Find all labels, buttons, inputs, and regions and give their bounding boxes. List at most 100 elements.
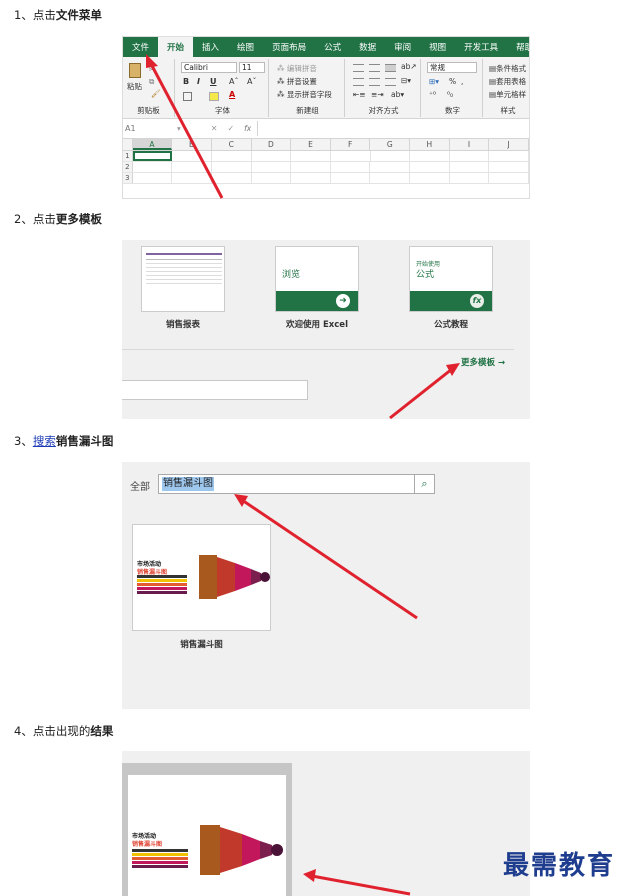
template-search-input[interactable]: 销售漏斗图 ⌕ <box>158 474 435 494</box>
shrink-font-icon[interactable]: Aˇ <box>247 77 256 86</box>
wrap-text-icon[interactable]: ⊟▾ <box>401 76 411 85</box>
column-header[interactable]: J <box>489 139 529 150</box>
sales-funnel-preview[interactable]: 市场活动 销售漏斗图 <box>128 775 286 896</box>
border-icon[interactable] <box>183 92 192 101</box>
decrease-indent-icon[interactable]: ⇤≡ <box>353 90 366 99</box>
align-bottom-icon[interactable] <box>385 64 396 72</box>
paste-icon[interactable] <box>129 63 141 78</box>
increase-indent-icon[interactable]: ≡⇥ <box>371 90 384 99</box>
cell[interactable] <box>331 162 371 172</box>
column-header[interactable]: A <box>132 139 173 150</box>
tab-home[interactable]: 开始 <box>158 37 194 57</box>
conditional-format-item[interactable]: ▤条件格式 <box>489 63 526 74</box>
cell[interactable] <box>133 173 173 183</box>
template-formula-tutorial-thumb[interactable]: 开始使用 公式 fx <box>409 246 493 312</box>
paste-label[interactable]: 粘贴 <box>127 81 142 92</box>
cell[interactable] <box>212 173 252 183</box>
format-painter-icon[interactable]: 🖌 <box>151 89 161 98</box>
pinyin-settings-item[interactable]: ⁂ 拼音设置 <box>277 76 317 87</box>
cell[interactable] <box>252 162 292 172</box>
search-icon[interactable]: ⌕ <box>414 475 434 493</box>
tab-page-layout[interactable]: 页面布局 <box>263 37 315 57</box>
cell[interactable] <box>212 162 252 172</box>
tab-insert[interactable]: 插入 <box>193 37 228 57</box>
cell[interactable] <box>450 151 490 161</box>
row-header[interactable]: 2 <box>123 162 133 172</box>
more-templates-link[interactable]: 更多模板 → <box>461 356 505 368</box>
column-header[interactable]: C <box>212 139 252 150</box>
tab-help[interactable]: 帮助 <box>507 37 529 57</box>
cell[interactable] <box>172 151 213 161</box>
align-left-icon[interactable] <box>353 78 364 86</box>
cell[interactable] <box>489 151 529 161</box>
cell-a1[interactable] <box>132 151 173 161</box>
row-header[interactable]: 3 <box>123 173 133 183</box>
name-box[interactable]: A1 <box>123 121 181 136</box>
select-all-corner[interactable] <box>123 139 133 150</box>
column-header[interactable]: H <box>410 139 450 150</box>
cell[interactable] <box>212 151 252 161</box>
comma-icon[interactable]: , <box>461 77 463 86</box>
cut-icon[interactable]: ✂ <box>149 65 155 74</box>
tab-data[interactable]: 数据 <box>350 37 385 57</box>
underline-button[interactable]: U <box>210 77 217 86</box>
align-top-icon[interactable] <box>353 64 364 72</box>
fx-icon[interactable]: fx <box>244 124 251 133</box>
formula-input[interactable] <box>257 121 529 136</box>
tab-draw[interactable]: 绘图 <box>228 37 263 57</box>
column-header[interactable]: I <box>450 139 490 150</box>
column-header[interactable]: B <box>172 139 212 150</box>
sales-funnel-template-thumb[interactable]: 市场活动 销售漏斗图 <box>132 524 271 631</box>
percent-icon[interactable]: % <box>449 77 456 86</box>
increase-decimal-icon[interactable]: ⁺⁰ <box>429 90 436 99</box>
cell[interactable] <box>371 151 411 161</box>
number-format-select[interactable]: 常规 <box>427 62 477 73</box>
bold-button[interactable]: B <box>183 77 189 86</box>
column-header[interactable]: G <box>370 139 411 150</box>
cell[interactable] <box>172 162 212 172</box>
cell[interactable] <box>370 162 411 172</box>
show-pinyin-item[interactable]: ⁂ 显示拼音字段 <box>277 89 332 100</box>
template-search-input[interactable] <box>122 380 308 400</box>
decrease-decimal-icon[interactable]: ⁰₀ <box>447 90 453 99</box>
cell[interactable] <box>291 162 331 172</box>
align-right-icon[interactable] <box>385 78 396 86</box>
cell[interactable] <box>450 162 490 172</box>
grow-font-icon[interactable]: Aˆ <box>229 77 238 86</box>
tab-view[interactable]: 视图 <box>420 37 455 57</box>
cell[interactable] <box>291 151 331 161</box>
cell[interactable] <box>450 173 490 183</box>
font-color-icon[interactable]: A <box>229 90 235 99</box>
copy-icon[interactable]: ⧉ <box>149 77 154 87</box>
currency-icon[interactable]: ⊞▾ <box>429 77 439 86</box>
cell[interactable] <box>410 151 450 161</box>
font-size-select[interactable]: 11 <box>239 62 265 73</box>
orientation-icon[interactable]: ab↗ <box>401 62 417 71</box>
cell[interactable] <box>133 162 173 172</box>
cell[interactable] <box>489 162 529 172</box>
cell[interactable] <box>370 173 411 183</box>
template-sales-report-thumb[interactable] <box>141 246 225 312</box>
font-name-select[interactable]: Calibri <box>181 62 237 73</box>
row-header[interactable]: 1 <box>123 151 133 161</box>
search-link[interactable]: 搜索 <box>33 434 56 448</box>
cell[interactable] <box>410 173 450 183</box>
column-header[interactable]: F <box>331 139 371 150</box>
tab-developer[interactable]: 开发工具 <box>455 37 507 57</box>
merge-icon[interactable]: ab▾ <box>391 90 404 99</box>
edit-pinyin-item[interactable]: ⁂ 编辑拼音 <box>277 63 317 74</box>
tab-review[interactable]: 审阅 <box>385 37 420 57</box>
fill-color-icon[interactable] <box>209 92 219 101</box>
cell[interactable] <box>489 173 529 183</box>
cell[interactable] <box>331 151 371 161</box>
tab-file[interactable]: 文件 <box>123 37 158 57</box>
column-header[interactable]: E <box>291 139 331 150</box>
cell[interactable] <box>291 173 331 183</box>
align-center-icon[interactable] <box>369 78 380 86</box>
cell-styles-item[interactable]: ▤单元格样 <box>489 89 526 100</box>
format-table-item[interactable]: ▤套用表格 <box>489 76 526 87</box>
cell[interactable] <box>252 151 292 161</box>
align-middle-icon[interactable] <box>369 64 380 72</box>
cell[interactable] <box>410 162 450 172</box>
cell[interactable] <box>331 173 371 183</box>
